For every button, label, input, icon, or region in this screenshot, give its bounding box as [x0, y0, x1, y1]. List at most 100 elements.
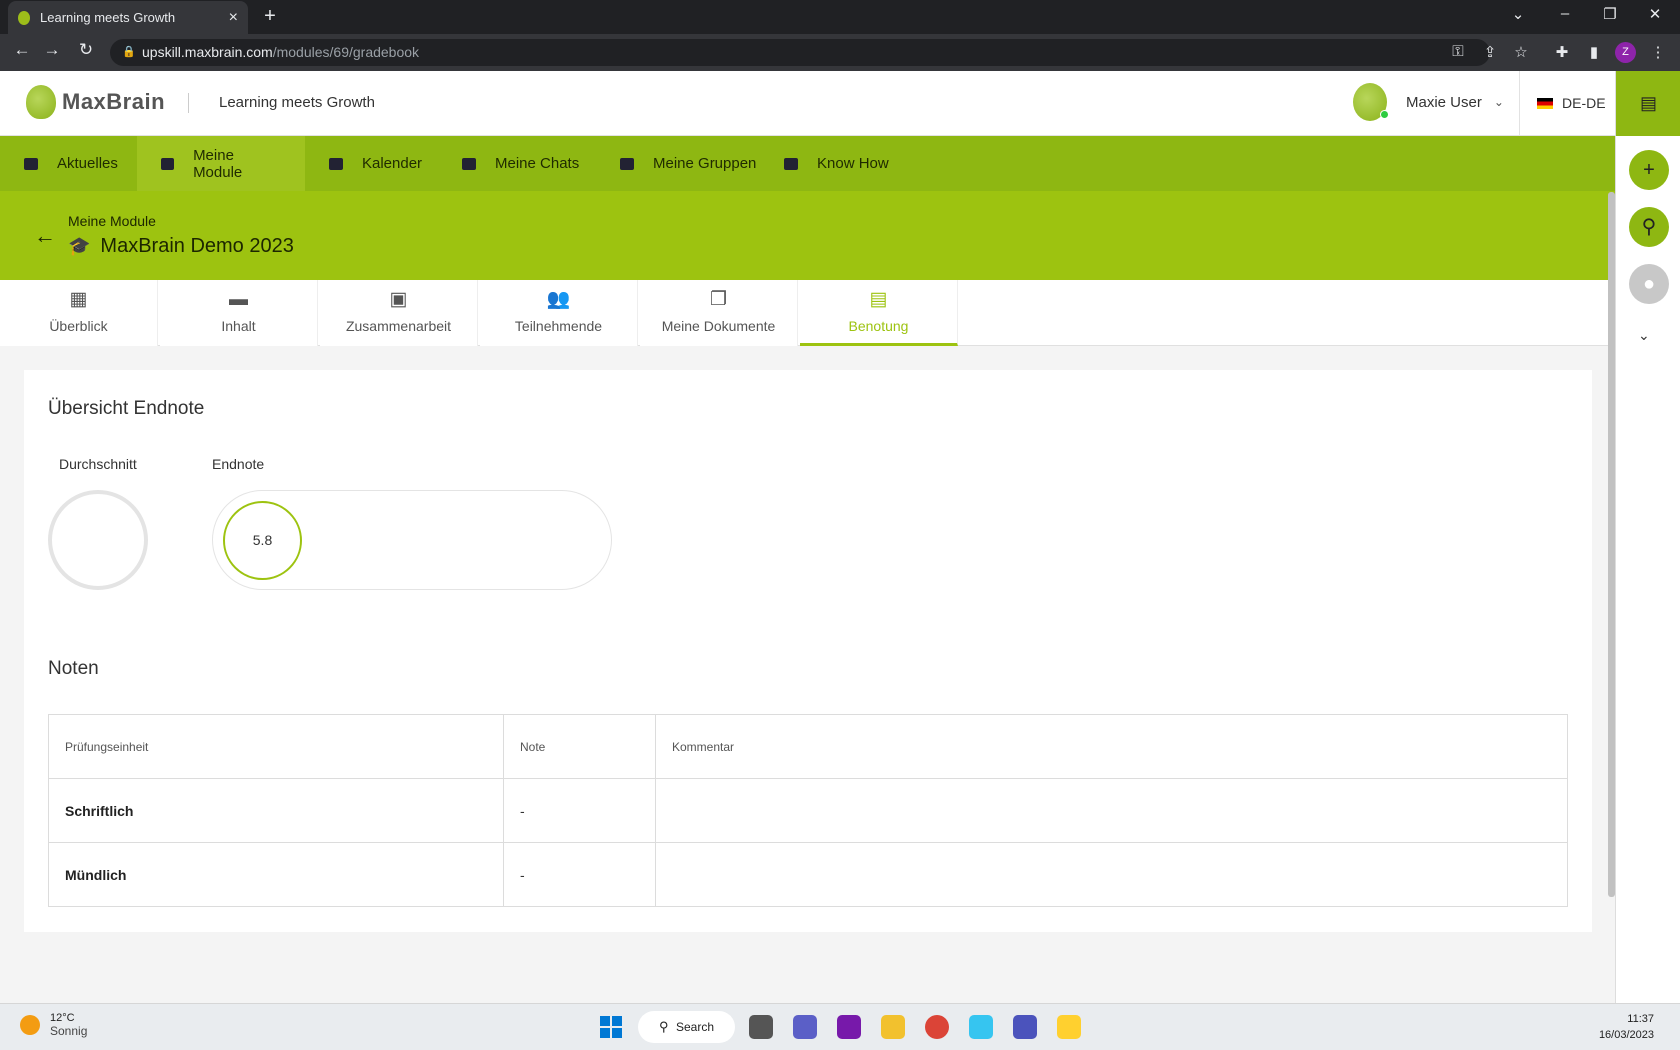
table-row: Mündlich - [48, 842, 1568, 907]
tab-label: Meine Dokumente [661, 318, 776, 334]
teams-icon[interactable] [1013, 1015, 1037, 1039]
tab-inhalt[interactable]: ▬ Inhalt [160, 280, 318, 346]
new-tab-button[interactable]: + [258, 5, 282, 29]
column-header-exam-unit: Prüfungseinheit [48, 714, 504, 779]
language-selector[interactable]: DE-DE [1537, 95, 1606, 111]
close-tab-icon[interactable]: × [229, 9, 238, 27]
maxbrain-logo[interactable]: MaxBrain [26, 85, 165, 119]
grade-cell: - [503, 842, 656, 907]
slack-icon[interactable] [969, 1015, 993, 1039]
back-arrow-icon[interactable]: ← [8, 40, 36, 60]
url-path: /modules/69/gradebook [272, 44, 420, 60]
column-header-comment: Kommentar [655, 714, 1568, 779]
favicon-icon [18, 10, 30, 25]
gradebook-card: Übersicht Endnote Durchschnitt Endnote 5… [24, 370, 1592, 932]
grade-icon: ▤ [869, 289, 888, 310]
task-view-icon[interactable] [749, 1015, 773, 1039]
nav-item-meine-module[interactable]: Meine Module [137, 136, 305, 191]
nav-label: Know How [817, 155, 889, 172]
tab-label: Zusammenarbeit [345, 318, 452, 334]
groups-icon[interactable]: ● [1629, 264, 1669, 304]
grade-cell: - [503, 778, 656, 843]
side-panel-icon[interactable]: ▮ [1584, 43, 1604, 61]
onenote-icon[interactable] [837, 1015, 861, 1039]
url-host: upskill.maxbrain.com [142, 44, 273, 60]
weather-widget[interactable]: 12°C Sonnig [20, 1012, 87, 1038]
nav-label: Meine Gruppen [653, 155, 757, 172]
calendar-icon [329, 157, 343, 170]
extensions-icon[interactable]: ✚ [1552, 43, 1572, 61]
nav-item-meine-chats[interactable]: Meine Chats [438, 136, 603, 191]
tab-zusammenarbeit[interactable]: ▣ Zusammenarbeit [320, 280, 478, 346]
nav-item-meine-gruppen[interactable]: Meine Gruppen [596, 136, 780, 191]
nav-item-aktuelles[interactable]: Aktuelles [0, 136, 142, 191]
module-title: MaxBrain Demo 2023 [100, 235, 294, 257]
chevron-down-icon: ⌄ [1493, 95, 1504, 109]
tab-teilnehmende[interactable]: 👥 Teilnehmende [480, 280, 638, 346]
search-icon[interactable]: ⚲ [1629, 207, 1669, 247]
add-button[interactable]: + [1629, 150, 1669, 190]
news-icon [24, 157, 38, 170]
grades-title: Noten [48, 658, 99, 679]
miro-icon[interactable] [1057, 1015, 1081, 1039]
table-row: Schriftlich - [48, 778, 1568, 843]
breadcrumb[interactable]: Meine Module [68, 213, 156, 229]
browser-toolbar: ← → ↻ 🔒 upskill.maxbrain.com/modules/69/… [0, 34, 1680, 71]
tab-meine-dokumente[interactable]: ❐ Meine Dokumente [640, 280, 798, 346]
restore-button[interactable]: ❐ [1595, 5, 1625, 23]
graduation-cap-icon [161, 157, 175, 170]
profile-avatar[interactable]: Z [1615, 42, 1636, 63]
address-bar[interactable]: 🔒 upskill.maxbrain.com/modules/69/gradeb… [110, 39, 1490, 66]
graduation-cap-icon: 🎓 [68, 236, 91, 256]
bookmark-star-icon[interactable]: ☆ [1511, 43, 1531, 61]
browser-tab-title: Learning meets Growth [40, 10, 176, 25]
windows-start-icon[interactable] [600, 1016, 622, 1038]
final-grade-value: 5.8 [223, 501, 302, 580]
grades-table: Prüfungseinheit Note Kommentar Schriftli… [48, 714, 1568, 907]
user-menu[interactable]: Maxie User ⌄ [1353, 83, 1504, 121]
chrome-icon[interactable] [925, 1015, 949, 1039]
key-icon[interactable]: ⚿ [1448, 43, 1468, 60]
book-icon [784, 157, 798, 170]
clock[interactable]: 11:37 16/03/2023 [1599, 1011, 1654, 1043]
final-grade-label: Endnote [212, 456, 265, 472]
people-icon: 👥 [546, 289, 571, 310]
header-divider [188, 93, 189, 113]
chat-icon[interactable]: ▤ [1616, 71, 1680, 136]
nav-label: Aktuelles [57, 155, 118, 172]
browser-tab-strip: Learning meets Growth × + ⌄ – ❐ ✕ [0, 0, 1680, 34]
sun-icon [20, 1015, 40, 1035]
more-menu-icon[interactable]: ⋮ [1648, 43, 1668, 61]
chevron-down-icon[interactable]: ⌄ [1638, 327, 1650, 344]
file-explorer-icon[interactable] [881, 1015, 905, 1039]
minimize-button[interactable]: – [1550, 5, 1580, 22]
teams-chat-icon[interactable] [793, 1015, 817, 1039]
reload-icon[interactable]: ↻ [72, 40, 100, 60]
shared-folder-icon: ▣ [389, 289, 408, 310]
module-banner: ← Meine Module 🎓 MaxBrain Demo 2023 [0, 191, 1615, 280]
nav-item-know-how[interactable]: Know How [760, 136, 913, 191]
tab-benotung[interactable]: ▤ Benotung [800, 280, 958, 346]
tab-ueberblick[interactable]: ▦ Überblick [0, 280, 158, 346]
browser-tab[interactable]: Learning meets Growth × [8, 1, 248, 34]
comment-cell [655, 842, 1568, 907]
nav-item-kalender[interactable]: Kalender [305, 136, 446, 191]
forward-arrow-icon[interactable]: → [38, 40, 66, 60]
user-name: Maxie User [1406, 93, 1482, 111]
tagline: Learning meets Growth [219, 94, 375, 111]
table-header-row: Prüfungseinheit Note Kommentar [48, 714, 1568, 779]
close-window-button[interactable]: ✕ [1640, 5, 1670, 23]
taskbar-search[interactable]: ⚲ Search [638, 1011, 735, 1043]
average-grade-ring [48, 490, 148, 590]
search-label: Search [676, 1020, 715, 1034]
page-scrollbar[interactable] [1608, 192, 1615, 897]
exam-unit-cell: Schriftlich [48, 778, 504, 843]
back-arrow-icon[interactable]: ← [34, 223, 56, 249]
main-navigation: Aktuelles Meine Module Kalender Meine Ch… [0, 136, 1615, 191]
temperature: 12°C [50, 1012, 75, 1024]
language-code: DE-DE [1562, 95, 1606, 111]
tab-search-icon[interactable]: ⌄ [1503, 5, 1533, 23]
module-tabs: ▦ Überblick ▬ Inhalt ▣ Zusammenarbeit 👥 Teil… [0, 280, 1615, 346]
share-icon[interactable]: ⇪ [1480, 43, 1500, 61]
page-title: 🎓 MaxBrain Demo 2023 [68, 235, 294, 258]
